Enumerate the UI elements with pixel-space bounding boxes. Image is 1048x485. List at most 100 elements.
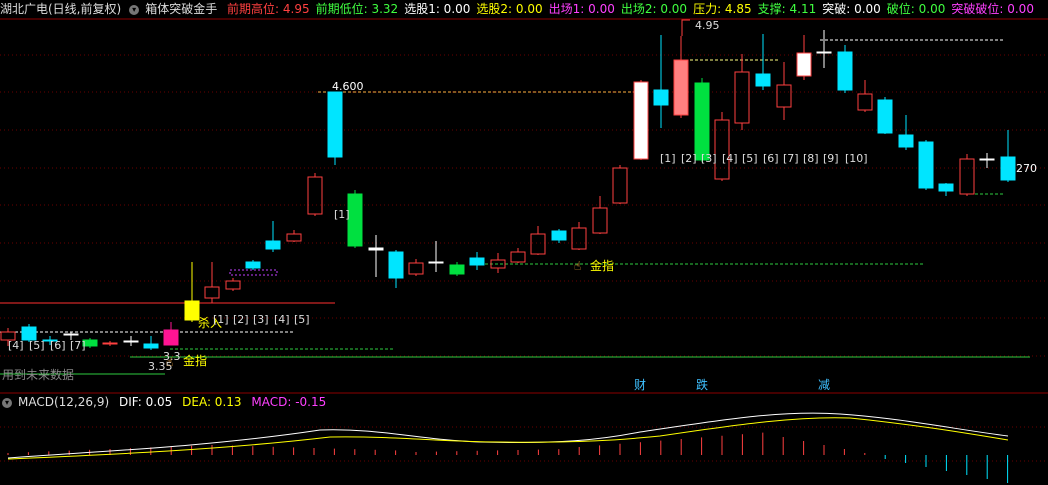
candle [408,259,424,276]
candle [796,35,812,80]
candle-body [796,52,812,77]
candle [163,322,179,346]
candle [694,78,710,162]
candle-body [469,257,485,266]
candle-body [694,82,710,161]
candle-body [163,329,179,346]
candle [143,336,159,350]
candle [368,235,384,277]
candle-body [265,240,281,250]
macd-title[interactable]: MACD(12,26,9) [18,395,109,409]
count-label: [6] [50,339,66,352]
candle-body [1000,156,1016,181]
count-label: [4] [722,152,738,165]
candle-body [837,51,853,91]
candle-body [204,286,220,299]
chart-header: 湖北广电(日线,前复权) ▾ 箱体突破金手 前期高位: 4.95 前期低位: 3.32… [0,0,1046,18]
candle [388,250,404,288]
candle-body [755,73,771,87]
candle [571,222,587,250]
candle-body [653,89,669,106]
count-label: [6] [763,152,779,165]
macd-value: MACD: -0.15 [251,395,327,409]
event-jian[interactable]: 减 [818,376,830,393]
candle-body [959,158,975,195]
candle-body [714,119,730,180]
candle-body [530,233,546,255]
count-label: [1] [334,208,350,221]
header-stat: 出场1: 0.00 [548,2,615,16]
event-cai[interactable]: 财 [634,376,646,393]
candle [857,80,873,112]
candle [265,221,281,252]
candle [123,336,139,346]
macd-dea: DEA: 0.13 [182,395,242,409]
count-label: [3] [701,152,717,165]
candle-body [979,158,995,161]
candle [612,165,628,204]
candle-body [428,261,444,264]
candle-body [286,233,302,242]
count-label: [1] [660,152,676,165]
candle-body [225,280,241,290]
header-stat: 选股2: 0.00 [476,2,543,16]
candle-body [571,227,587,250]
candle-body [327,91,343,158]
candle [307,173,323,216]
candle [837,45,853,93]
header-stat: 支撑: 4.11 [757,2,817,16]
peak-marker [681,19,690,36]
indicator-name[interactable]: 箱体突破金手 [145,2,217,16]
candle [938,183,954,196]
candle [714,112,730,181]
candle [327,91,343,165]
candle [776,62,792,120]
candle [184,262,200,322]
candle [816,30,832,68]
header-stat: 压力: 4.85 [693,2,752,16]
candle-body [307,176,323,215]
dropdown-icon[interactable]: ▾ [2,397,12,408]
candle-body [857,93,873,111]
header-stat: 前期低位: 3.32 [315,2,399,16]
count-label: [5] [29,339,45,352]
candle-body [143,343,159,349]
header-stat: 前期高位: 4.95 [227,2,310,16]
candle-body [734,71,750,124]
hand-icon: ☝ [574,259,582,273]
level-lines [0,19,1030,375]
event-die[interactable]: 跌 [696,376,708,393]
candle-body [408,262,424,275]
candle [225,278,241,291]
candle-body [918,141,934,189]
count-label: [1] [213,313,229,326]
header-stat: 突破破位: 0.00 [951,2,1034,16]
candle-body [612,167,628,204]
candle [551,229,567,243]
dropdown-icon[interactable]: ▾ [129,4,140,15]
macd-header: ▾ MACD(12,26,9) DIF: 0.05 DEA: 0.13 MACD:… [0,394,332,410]
candle [490,253,506,273]
header-stat: 出场2: 0.00 [620,2,688,16]
dea-line [7,417,1009,460]
count-label: [5] [294,313,310,326]
candles [0,30,1016,350]
gold-finger-label: 金指 [590,259,615,273]
count-label: [2] [233,313,249,326]
candle [734,54,750,130]
header-stat: 破位: 0.00 [886,2,946,16]
price-chart[interactable] [0,0,1048,485]
candle [245,260,261,270]
candle-body [347,193,363,247]
stock-title: 湖北广电(日线,前复权) [0,2,122,16]
candle [510,248,526,263]
price-label-4600: 4.600 [332,80,364,93]
candle [633,80,649,160]
hand-icon: ☝ [166,355,174,369]
candle [673,36,689,118]
price-label-27: 270 [1016,162,1037,175]
candle [959,154,975,196]
candle-body [449,264,465,275]
candle-body [510,251,526,263]
candle [449,262,465,276]
